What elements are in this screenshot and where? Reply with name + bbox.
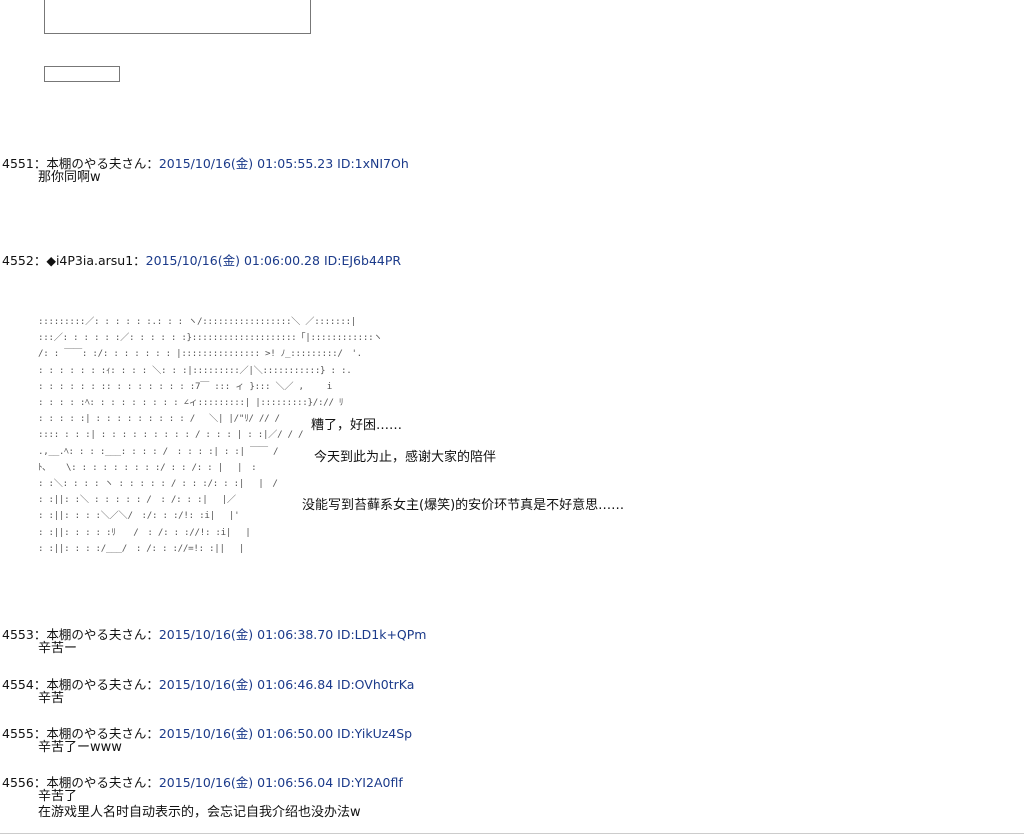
- dialog-line-3: 没能写到苔藓系女主(爆笑)的安价环节真是不好意思……: [302, 498, 625, 513]
- page-divider: [0, 833, 1024, 834]
- post-number[interactable]: 4555: [2, 726, 34, 741]
- post-id[interactable]: ID:EJ6b44PR: [324, 253, 401, 268]
- post-datetime: 2015/10/16(金) 01:06:50.00: [158, 726, 334, 741]
- ascii-art-line: : :||: : : :/___/ : /: : ://=!: :|| |: [38, 542, 245, 554]
- post-separator: ：: [33, 775, 47, 790]
- post-body-line: 在游戏里人名时自动表示的，会忘记自我介绍也没办法w: [38, 805, 361, 820]
- post-separator: ：: [146, 627, 159, 642]
- post-datetime: 2015/10/16(金) 01:06:00.28: [145, 253, 320, 268]
- post-id[interactable]: ID:OVh0trKa: [337, 677, 414, 692]
- post-datetime: 2015/10/16(金) 01:06:46.84: [158, 677, 334, 692]
- post-author: 本棚のやる夫さん: [46, 726, 147, 741]
- post-number[interactable]: 4554: [2, 677, 34, 692]
- post-number[interactable]: 4551: [2, 156, 34, 171]
- ascii-art: :::::::::／: : : : : :.: : : ヽ/::::::::::…: [38, 314, 383, 557]
- post-body-line: 辛苦: [38, 691, 65, 706]
- ascii-art-line: : :＼: : : : ヽ : : : : : / : : :/: : :| |…: [38, 478, 278, 490]
- post-number[interactable]: 4553: [2, 627, 34, 642]
- post-datetime: 2015/10/16(金) 01:05:55.23: [158, 156, 334, 171]
- post-separator: ：: [146, 677, 159, 692]
- post-separator: ：: [146, 726, 159, 741]
- post-header: 4552：◆i4P3ia.arsu1：2015/10/16(金) 01:06:0…: [2, 250, 401, 269]
- post-body-line: 辛苦了: [38, 789, 78, 804]
- post-number[interactable]: 4552: [2, 253, 34, 268]
- post-number[interactable]: 4556: [2, 775, 34, 790]
- post-separator: ：: [33, 677, 47, 692]
- post-author: 本棚のやる夫さん: [46, 677, 147, 692]
- ascii-art-line: : : : : : : :: : : : : : : : :7￣ ::: ィ }…: [38, 380, 332, 392]
- post-id[interactable]: ID:YikUz4Sp: [337, 726, 412, 741]
- post-separator: ：: [33, 726, 47, 741]
- ascii-art-line: : : : : :ﾍ: : : : : : : : : ∠ィ:::::::::|…: [38, 397, 344, 409]
- ascii-art-line: :::::::::／: : : : : :.: : : ヽ/::::::::::…: [38, 316, 357, 327]
- small-frame-box: [44, 66, 120, 82]
- post-id[interactable]: ID:LD1k+QPm: [337, 627, 426, 642]
- ascii-art-line: /: : ￣￣: :/: : : : : : : |::::::::::::::…: [38, 348, 362, 360]
- post-datetime: 2015/10/16(金) 01:06:56.04: [158, 775, 334, 790]
- post-author: 本棚のやる夫さん: [46, 775, 147, 790]
- post-author: 本棚のやる夫さん: [46, 627, 147, 642]
- post-body-line: 辛苦了ーwww: [38, 740, 122, 755]
- post-separator: ：: [33, 156, 47, 171]
- post-separator: ：: [33, 627, 47, 642]
- top-frame-box: [44, 0, 311, 34]
- dialog-line-2: 今天到此为止，感谢大家的陪伴: [314, 450, 497, 465]
- post-author: ◆i4P3ia.arsu1: [46, 253, 134, 268]
- ascii-art-line: : :||: : : : :ﾘ / : /: : ://!: :i| |: [38, 526, 251, 538]
- ascii-art-line: : : : : : : :ｨ: : : : ＼: : :|:::::::::／|…: [38, 364, 352, 376]
- post-body-line: 辛苦ー: [38, 641, 78, 656]
- post-id[interactable]: ID:1xNI7Oh: [337, 156, 409, 171]
- post-id[interactable]: ID:YI2A0flf: [337, 775, 403, 790]
- dialog-line-1: 糟了，好困……: [311, 418, 403, 433]
- post-separator: ：: [146, 156, 159, 171]
- post-separator: ：: [33, 253, 47, 268]
- ascii-art-line: :::／: : : : : :／: : : : : :}::::::::::::…: [38, 332, 383, 344]
- post-datetime: 2015/10/16(金) 01:06:38.70: [158, 627, 334, 642]
- post-body-line: 那你同啊w: [38, 170, 101, 185]
- post-author: 本棚のやる夫さん: [46, 156, 147, 171]
- post-separator: ：: [146, 775, 159, 790]
- post-separator: ：: [133, 253, 146, 268]
